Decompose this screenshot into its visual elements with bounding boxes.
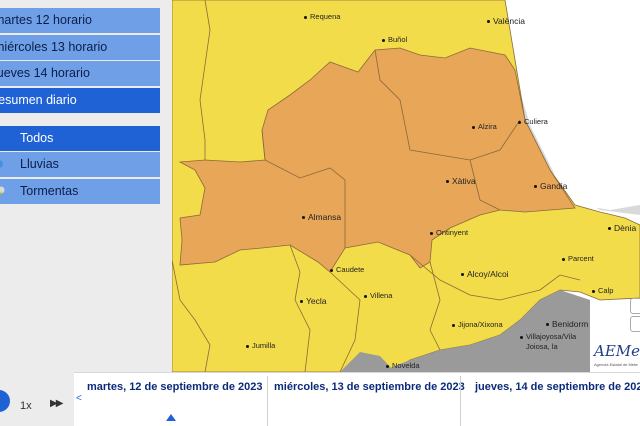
filter-lluvias[interactable]: Lluvias: [0, 152, 160, 177]
logo-subtitle: Agencia Estatal de Meteorología: [594, 362, 638, 367]
sidebar: martes 12 horario miércoles 13 horario j…: [0, 0, 172, 372]
zoom-out-button[interactable]: [630, 316, 640, 332]
fast-forward-icon[interactable]: ▶▶: [50, 398, 63, 409]
filter-label: Lluvias: [20, 157, 59, 171]
timeline-day-miercoles[interactable]: miércoles, 13 de septiembre de 2023: [274, 381, 465, 393]
city-label: Alcoy/Alcoi: [461, 269, 509, 279]
day-label: miércoles 13 horario: [0, 40, 108, 54]
filter-tormentas[interactable]: Tormentas: [0, 179, 160, 204]
day-label: martes 12 horario: [0, 13, 92, 27]
city-label: Caudete: [330, 265, 364, 274]
player-controls: [0, 372, 74, 426]
filter-label: Todos: [20, 131, 54, 145]
city-label: Jijona/Xixona: [452, 320, 503, 329]
day-button-miercoles[interactable]: miércoles 13 horario: [0, 35, 160, 60]
timeline-day-martes[interactable]: martes, 12 de septiembre de 2023: [87, 381, 262, 393]
city-label: Jumilla: [246, 341, 275, 350]
zoom-in-button[interactable]: [630, 298, 640, 314]
city-label: Benidorm: [546, 319, 588, 329]
timeline-day-jueves[interactable]: jueves, 14 de septiembre de 2023: [475, 381, 640, 393]
storm-icon: [0, 186, 5, 195]
city-label: Joiosa, la: [526, 342, 558, 351]
day-button-martes[interactable]: martes 12 horario: [0, 8, 160, 33]
logo-text: AEMet: [594, 342, 640, 360]
city-label: Ontinyent: [430, 228, 468, 237]
day-button-jueves[interactable]: jueves 14 horario: [0, 61, 160, 86]
city-label: Xàtiva: [446, 176, 476, 186]
rain-icon: [0, 160, 3, 168]
city-label: Parcent: [562, 254, 594, 263]
city-label: Culiera: [518, 117, 548, 126]
city-label: Calp: [592, 286, 613, 295]
timeline-divider: [267, 376, 268, 426]
day-label: jueves 14 horario: [0, 66, 90, 80]
day-label: resumen diario: [0, 93, 77, 107]
day-button-resumen[interactable]: resumen diario: [0, 88, 160, 113]
filter-todos[interactable]: Todos: [0, 126, 160, 151]
timeline-position-marker[interactable]: [166, 414, 176, 421]
city-label: Villajoyosa/Vila: [520, 332, 576, 341]
city-label: Dènia: [608, 223, 636, 233]
city-label: Buñol: [382, 35, 407, 44]
prev-day-arrow[interactable]: <: [76, 393, 82, 404]
filter-label: Tormentas: [20, 184, 79, 198]
city-label: Almansa: [302, 212, 341, 222]
city-label: Requena: [304, 12, 340, 21]
city-label: Yecla: [300, 296, 326, 306]
city-label: Villena: [364, 291, 392, 300]
speed-selector[interactable]: 1x: [20, 400, 32, 412]
city-label: València: [487, 16, 525, 26]
city-label: Gandia: [534, 181, 567, 191]
timeline-divider: [460, 376, 461, 426]
city-label: Alzira: [472, 122, 497, 131]
aemet-logo: AEMet Agencia Estatal de Meteorología: [590, 340, 640, 372]
city-label: Novelda: [386, 361, 420, 370]
